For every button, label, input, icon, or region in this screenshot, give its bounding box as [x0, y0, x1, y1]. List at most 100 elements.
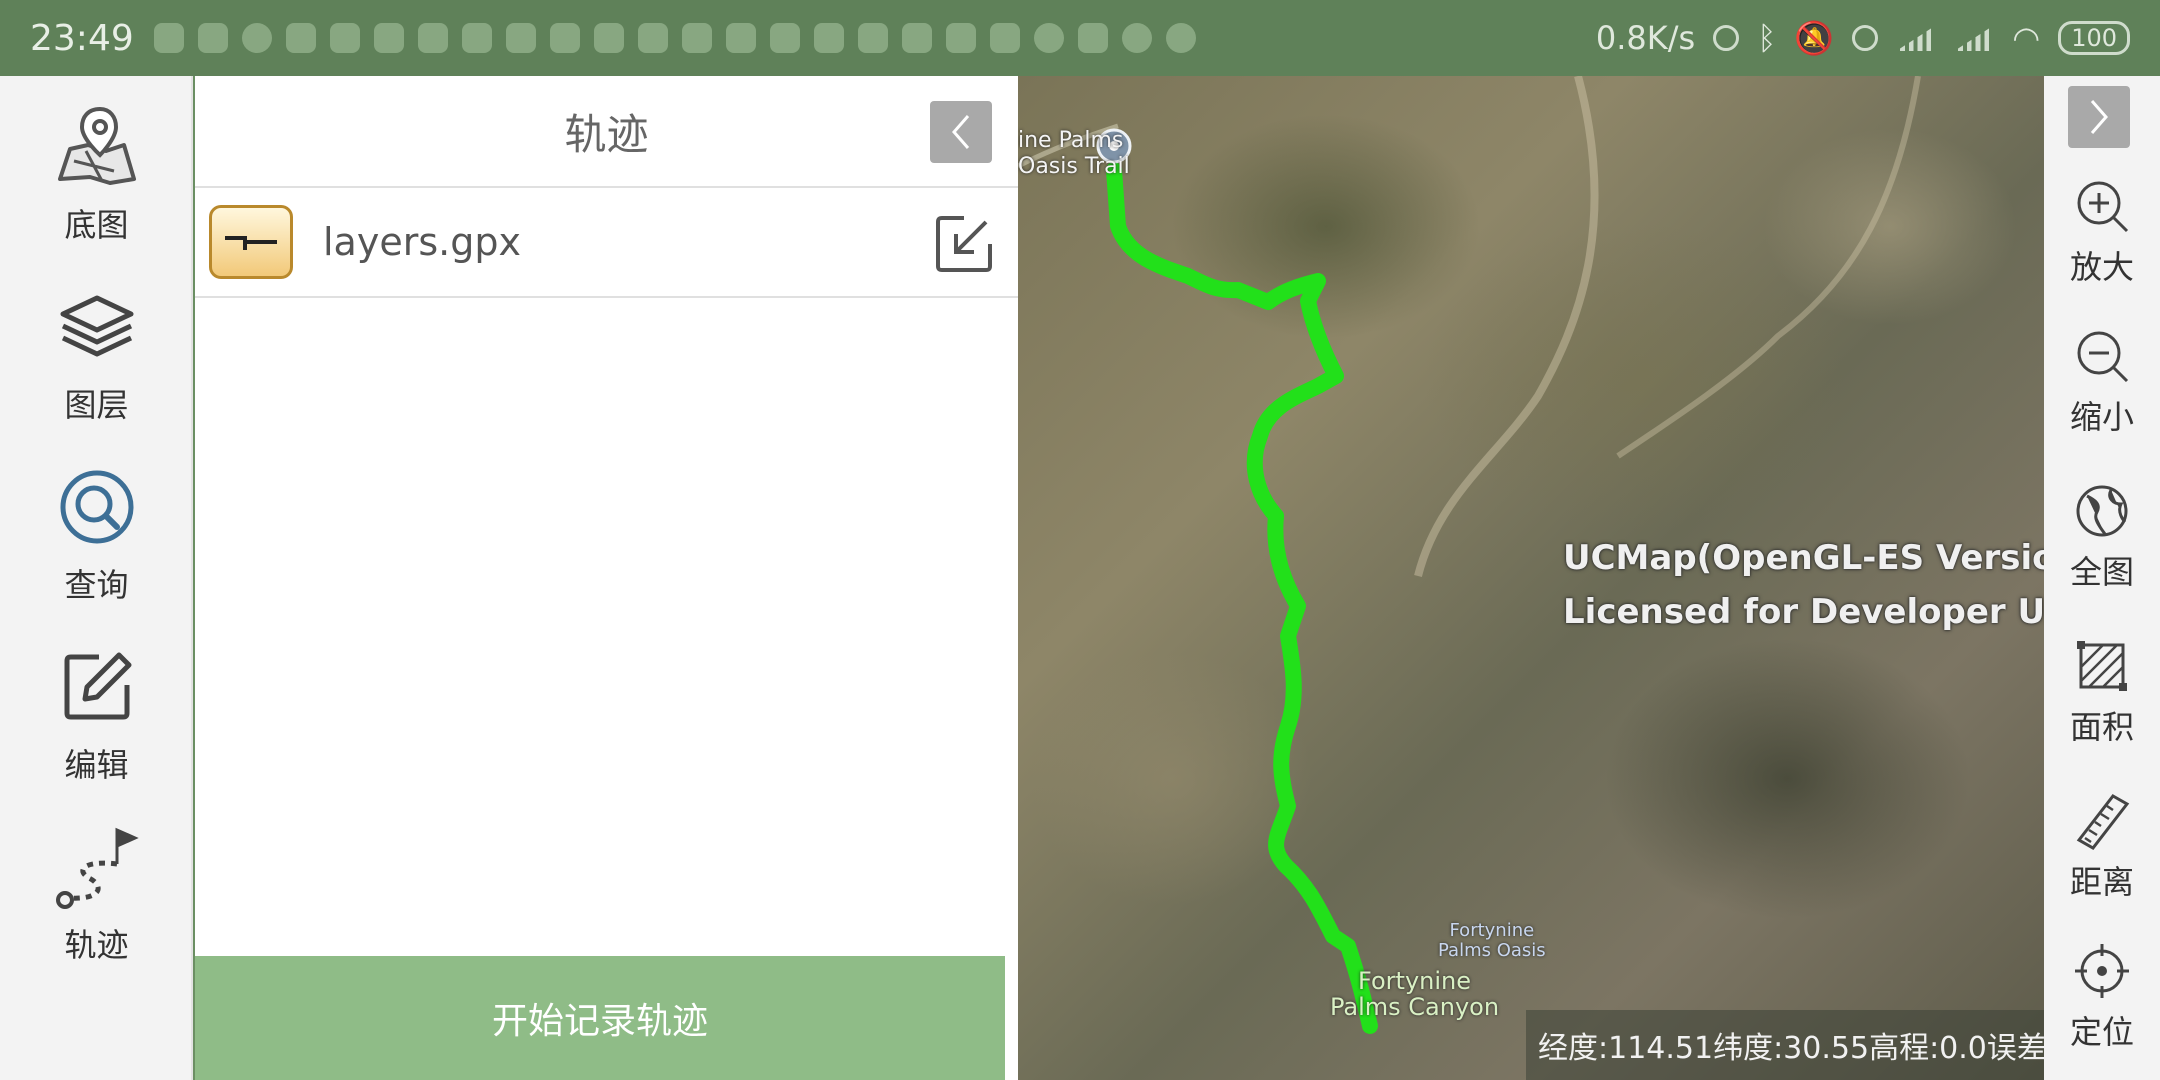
import-track-button[interactable]: [934, 214, 994, 274]
zoom-in-button[interactable]: 放大: [2044, 176, 2160, 288]
right-toolbar: 放大 缩小 全图 面积 距离 定位: [2044, 76, 2160, 1080]
signal-icon: [1896, 25, 1937, 51]
alipay-icon: [285, 23, 316, 53]
app-notification-icon: [989, 23, 1020, 53]
tool-label: 放大: [2069, 248, 2134, 286]
coordinate-readout: 经度:114.51纬度:30.55高程:0.0误差: [1526, 1010, 2044, 1080]
track-file-row[interactable]: layers.gpx: [195, 188, 1018, 298]
telegram-icon: [637, 23, 668, 53]
tool-label: 缩小: [2069, 398, 2134, 436]
nav-label: 底图: [64, 206, 129, 244]
map-label-line: Fortynine: [1358, 967, 1472, 995]
status-bar: 23:49 0.8K/s ᛒ 🔕 ◠ 100: [0, 0, 2160, 76]
full-extent-button[interactable]: 全图: [2044, 481, 2160, 593]
app-notification-icon: [153, 23, 184, 53]
notification-icons: [153, 23, 1596, 53]
left-nav: 底图 图层 查询 编辑 轨迹: [0, 76, 193, 1080]
nav-label: 查询: [64, 566, 129, 604]
weather-icon: [1077, 23, 1108, 53]
globe-icon: [2072, 481, 2132, 541]
collapse-panel-button[interactable]: [930, 101, 992, 163]
measure-distance-button[interactable]: 距离: [2044, 791, 2160, 903]
nav-label: 轨迹: [64, 926, 129, 964]
nav-item-track[interactable]: 轨迹: [0, 822, 193, 992]
app-notification-icon: [461, 23, 492, 53]
panel-header: 轨迹: [195, 76, 1018, 188]
telegram-icon: [945, 23, 976, 53]
track-panel: 轨迹 layers.gpx 开始记录轨迹: [195, 76, 1018, 1080]
start-record-track-button[interactable]: 开始记录轨迹: [195, 956, 1005, 1080]
map-watermark: UCMap(OpenGL-ES Version) Licensed for De…: [1563, 531, 2044, 639]
locate-icon: [2072, 941, 2132, 1001]
track-icon: [52, 822, 142, 912]
zoom-out-icon: [2072, 326, 2132, 386]
alipay-icon: [813, 23, 844, 53]
nav-item-search[interactable]: 查询: [0, 462, 193, 632]
search-icon: [52, 462, 142, 552]
map-label-line: ine Palms: [1018, 128, 1124, 153]
watermark-line: Licensed for Developer Use: [1563, 592, 2044, 632]
map-label-line: Oasis Trail: [1018, 154, 1130, 179]
coordinate-text: 经度:114.51纬度:30.55高程:0.0误差: [1538, 1031, 2044, 1066]
map-oasis-label: Fortynine Palms Oasis: [1438, 921, 1546, 961]
zoom-in-icon: [2072, 176, 2132, 236]
measure-area-button[interactable]: 面积: [2044, 636, 2160, 748]
app-notification-icon: [681, 23, 712, 53]
map-canyon-label: Fortynine Palms Canyon: [1330, 968, 1499, 1020]
app-notification-icon: [769, 23, 800, 53]
track-file-name: layers.gpx: [323, 220, 521, 264]
nav-label: 图层: [64, 386, 129, 424]
gps-track-line: [1106, 162, 1378, 1034]
map-view[interactable]: ine Palms Oasis Trail Fortynine Palms Oa…: [1018, 76, 2044, 1080]
gpx-file-icon: [209, 205, 293, 279]
system-status: 0.8K/s ᛒ 🔕 ◠ 100: [1596, 19, 2130, 57]
hotspot-icon: [1713, 25, 1740, 51]
map-place-label: ine Palms Oasis Trail: [1018, 128, 1130, 180]
tool-label: 面积: [2069, 708, 2134, 746]
ruler-icon: [2072, 791, 2132, 851]
tool-label: 全图: [2069, 553, 2134, 591]
locate-button[interactable]: 定位: [2044, 941, 2160, 1053]
app-notification-icon: [549, 23, 580, 53]
layers-icon: [52, 282, 142, 372]
panel-title: 轨迹: [564, 109, 649, 159]
message-icon: [197, 23, 228, 53]
circle-app-icon: [241, 23, 272, 53]
app-notification-icon: [1033, 23, 1064, 53]
alarm-icon: [1852, 25, 1879, 51]
status-time: 23:49: [30, 17, 134, 59]
mute-icon: 🔕: [1794, 19, 1835, 57]
chevron-right-icon: [2090, 100, 2108, 134]
watermark-line: UCMap(OpenGL-ES Version): [1563, 538, 2044, 578]
area-icon: [2072, 636, 2132, 696]
tiktok-icon: [329, 23, 360, 53]
edit-icon: [52, 642, 142, 732]
nav-item-basemap[interactable]: 底图: [0, 102, 193, 272]
map-label-line: Fortynine: [1449, 920, 1535, 941]
network-speed: 0.8K/s: [1595, 19, 1696, 57]
app-notification-icon: [1121, 23, 1152, 53]
map-pin-icon: [52, 102, 142, 192]
music-icon: [373, 23, 404, 53]
tool-label: 定位: [2069, 1013, 2134, 1051]
signal-icon: [1954, 25, 1995, 51]
app-notification-icon: [417, 23, 448, 53]
wifi-icon: ◠: [2012, 19, 2041, 57]
chat-icon: [593, 23, 624, 53]
map-label-line: Palms Canyon: [1330, 993, 1500, 1021]
expand-toolbar-button[interactable]: [2068, 86, 2130, 148]
app-notification-icon: [857, 23, 888, 53]
app-notification-icon: [1165, 23, 1196, 53]
bluetooth-icon: ᛒ: [1757, 19, 1777, 57]
app-notification-icon: [505, 23, 536, 53]
zoom-out-button[interactable]: 缩小: [2044, 326, 2160, 438]
nav-label: 编辑: [64, 746, 129, 784]
telegram-icon: [725, 23, 756, 53]
import-icon: [936, 216, 992, 272]
nav-item-layers[interactable]: 图层: [0, 282, 193, 452]
battery-icon: 100: [2058, 21, 2130, 55]
app-notification-icon: [901, 23, 932, 53]
chevron-left-icon: [952, 115, 970, 149]
nav-item-edit[interactable]: 编辑: [0, 642, 193, 812]
tool-label: 距离: [2069, 863, 2134, 901]
